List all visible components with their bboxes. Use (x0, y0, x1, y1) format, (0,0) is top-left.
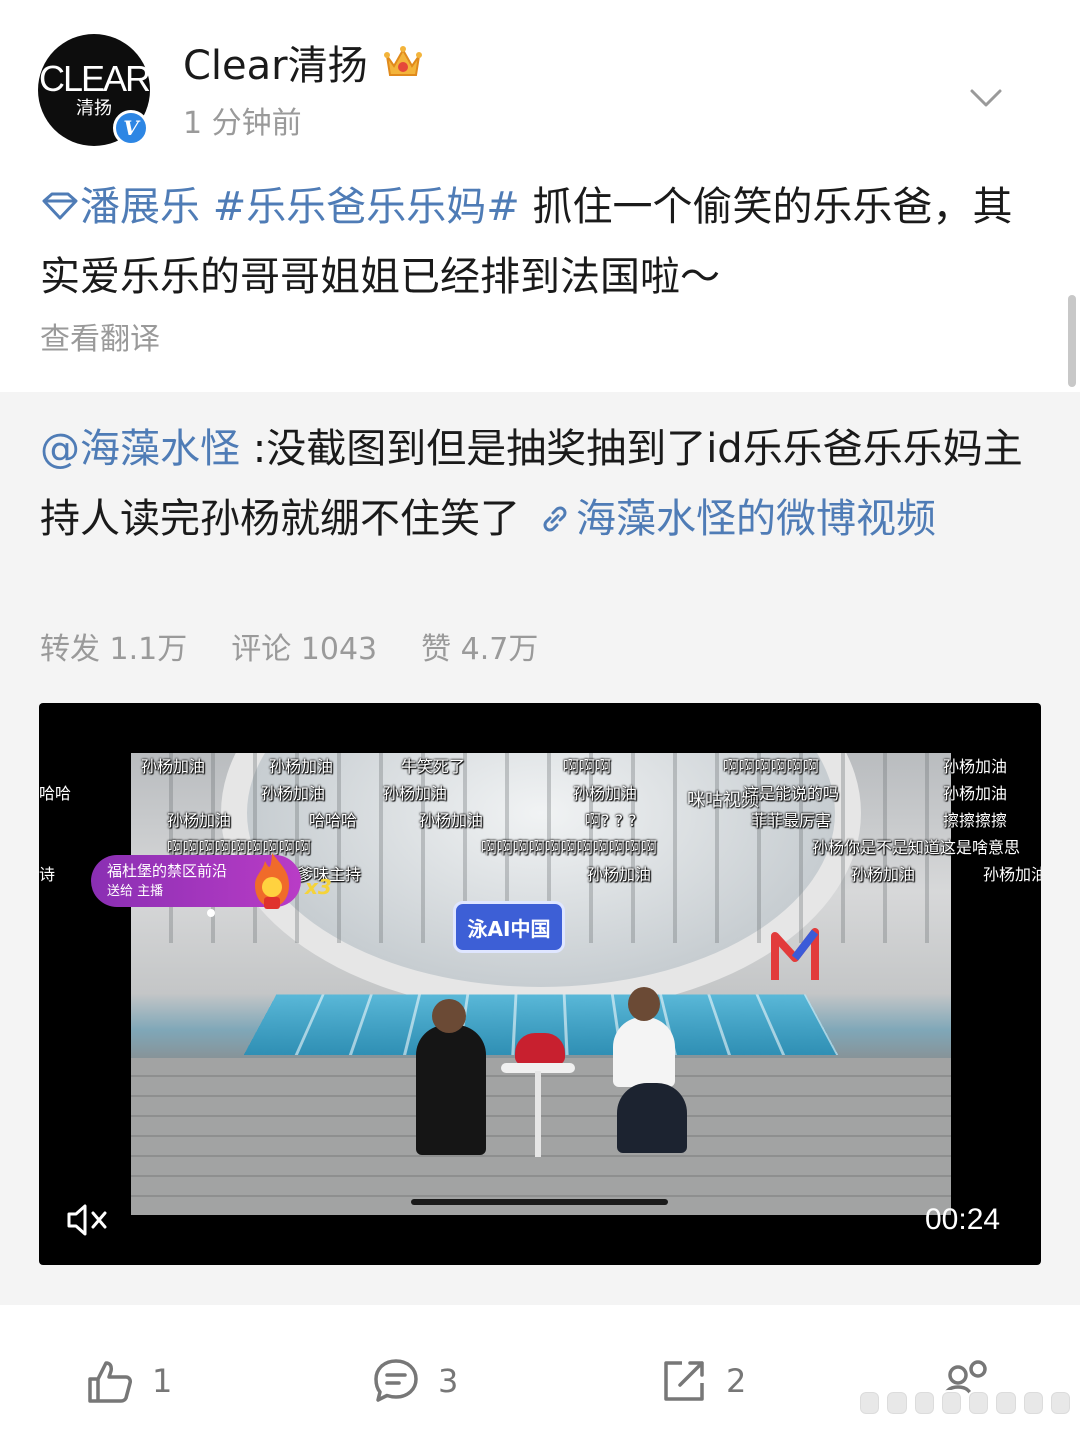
verified-badge-icon: V (113, 110, 149, 146)
show-logo: 泳AI中国 (453, 901, 565, 953)
repost-stats: 转发 1.1万 评论 1043 赞 4.7万 (40, 630, 538, 670)
danmaku-comment: 啊? ? ? (585, 811, 637, 830)
like-count-label: 1 (152, 1362, 173, 1400)
danmaku-comment: 孙杨加油 (983, 865, 1041, 884)
danmaku-comment: 孙杨加油 (943, 784, 1008, 803)
mascot-toys (515, 1033, 565, 1065)
host-head (432, 999, 466, 1033)
mention-link[interactable]: @海藻水怪 (40, 426, 240, 472)
danmaku-comment: 孙杨加油 (587, 865, 652, 884)
pool-deck (131, 1058, 951, 1215)
guest-legs (617, 1083, 687, 1153)
crown-icon (384, 46, 422, 76)
comment-button[interactable]: 3 (372, 1351, 458, 1411)
danmaku-comment: 孙杨加油 (261, 784, 326, 803)
repost-count[interactable]: 转发 1.1万 (40, 630, 187, 670)
post-header: CLEAR 清扬 V Clear清扬 1 分钟前 (0, 0, 1080, 160)
video-link[interactable]: 海藻水怪的微博视频 (576, 496, 936, 542)
post-body: 潘展乐 #乐乐爸乐乐妈# 抓住一个偷笑的乐乐爸，其实爱乐乐的哥哥姐姐已经排到法国… (40, 172, 1040, 312)
danmaku-comment: 孙杨加油 (141, 757, 206, 776)
danmaku-comment: 牛笑死了 (401, 757, 466, 776)
danmaku-comment: 哈哈 (39, 784, 72, 803)
danmaku-comment: 孙杨加油 (167, 811, 232, 830)
m-logo-icon (771, 928, 819, 980)
danmaku-comment: 孙杨加油 (851, 865, 916, 884)
gift-sender: 福杜堡的禁区前沿 (107, 862, 228, 880)
danmaku-comment: 擦擦擦擦 (943, 811, 1008, 830)
avatar-brand: CLEAR (38, 58, 151, 99)
gift-fire-icon (255, 853, 289, 909)
table-leg (535, 1071, 541, 1157)
avatar-brand-cn: 清扬 (76, 98, 112, 119)
guest-head (628, 987, 660, 1021)
danmaku-comment: 孙杨你是不是知道这是啥意思 (812, 838, 1021, 857)
danmaku-comment: 孙杨加油 (943, 757, 1008, 776)
danmaku-comment: 孙杨加油 (573, 784, 638, 803)
danmaku-comment: 孙杨加油 (269, 757, 334, 776)
danmaku-comment: 哈哈哈 (309, 811, 358, 830)
mute-icon[interactable] (65, 1200, 109, 1240)
video-watermark: 咪咕视频 (687, 790, 759, 811)
chevron-down-icon[interactable] (966, 78, 1006, 118)
share-count-label: 2 (726, 1362, 747, 1400)
thumbs-up-icon (88, 1361, 132, 1403)
gift-count: x3 (305, 875, 332, 899)
danmaku-comment: 啊啊啊啊啊啊啊啊啊啊啊 (481, 838, 658, 857)
video-progress-bar[interactable] (411, 1199, 668, 1205)
danmaku-comment: 菲菲最厉害 (751, 811, 832, 830)
comment-count-label: 3 (438, 1362, 459, 1400)
gift-dot (207, 909, 215, 917)
share-button[interactable]: 2 (660, 1351, 746, 1411)
danmaku-comment: 啊啊啊啊啊啊 (723, 757, 820, 776)
post-time: 1 分钟前 (183, 106, 302, 141)
scrollbar[interactable] (1068, 295, 1076, 387)
author-name[interactable]: Clear清扬 (183, 40, 368, 92)
danmaku-comment: 孙杨加油 (419, 811, 484, 830)
diamond-icon (42, 192, 78, 220)
video-duration: 00:24 (925, 1203, 1001, 1236)
topic-link[interactable]: 潘展乐 (80, 184, 200, 230)
link-icon (543, 506, 567, 532)
host-figure (416, 1025, 486, 1155)
share-icon (664, 1361, 704, 1401)
like-count[interactable]: 赞 4.7万 (421, 630, 538, 670)
comment-count[interactable]: 评论 1043 (231, 630, 377, 670)
hashtag-link[interactable]: #乐乐爸乐乐妈# (213, 184, 520, 230)
translate-link[interactable]: 查看翻译 (40, 318, 160, 362)
repost-card[interactable]: @海藻水怪 :没截图到但是抽奖抽到了id乐乐爸乐乐妈主持人读完孙杨就绷不住笑了 … (0, 392, 1080, 1305)
danmaku-comment: 孙杨加油 (383, 784, 448, 803)
danmaku-comment: 啊啊啊 (563, 757, 612, 776)
video-player[interactable]: 泳AI中国 孙杨加油 孙杨加油 牛笑死了 啊啊啊 啊啊啊啊啊啊 孙杨加油 哈哈 … (39, 703, 1041, 1265)
comment-bubble-icon (374, 1359, 418, 1402)
guest-figure (613, 1017, 675, 1087)
repost-body: @海藻水怪 :没截图到但是抽奖抽到了id乐乐爸乐乐妈主持人读完孙杨就绷不住笑了 … (40, 414, 1040, 554)
system-navigation-hint (858, 1390, 1072, 1416)
like-button[interactable]: 1 (86, 1351, 172, 1411)
danmaku-comment: 诗 (39, 865, 56, 884)
gift-recipient: 送给 主播 (107, 884, 164, 899)
